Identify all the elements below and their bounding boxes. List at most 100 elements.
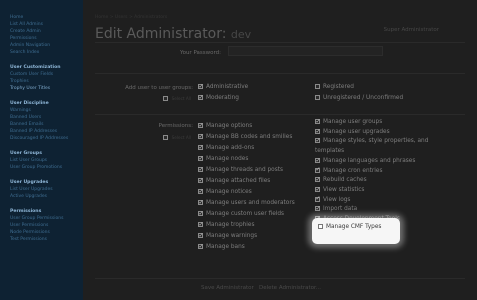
page-title-username: dev <box>230 28 252 41</box>
sidebar-item[interactable]: Discouraged IP Addresses <box>10 135 80 142</box>
option-checkbox[interactable] <box>198 165 204 174</box>
permission-option[interactable]: Manage styles, style properties, and <box>315 136 428 146</box>
permission-option[interactable]: Manage bans <box>198 242 245 252</box>
sidebar-section-heading[interactable]: User Groups <box>10 150 80 157</box>
option-checkbox[interactable] <box>198 220 204 229</box>
permission-option[interactable]: Manage nodes <box>198 154 249 164</box>
breadcrumb[interactable]: Home > Users > Administrators <box>95 15 167 20</box>
select-all-groups-checkbox[interactable] <box>163 96 168 101</box>
permissions-label: Permissions: <box>158 123 193 129</box>
sidebar-item[interactable]: Trophy User Titles <box>10 85 80 92</box>
permission-option[interactable]: Manage notices <box>198 187 252 197</box>
admin-sidebar: Home List All Admins Create Admin Permissio… <box>0 0 83 300</box>
option-checkbox[interactable] <box>198 242 204 251</box>
option-checkbox[interactable] <box>198 154 204 163</box>
permission-option[interactable]: Unregistered / Unconfirmed <box>315 94 403 103</box>
sidebar-section-heading[interactable]: Permissions <box>10 208 80 215</box>
permission-option[interactable]: Manage user groups <box>315 117 382 127</box>
option-checkbox[interactable] <box>198 187 204 196</box>
option-checkbox[interactable] <box>315 95 320 100</box>
password-field[interactable] <box>228 46 383 56</box>
manage-cmf-types-checkbox[interactable] <box>318 224 323 229</box>
permission-option[interactable]: Manage custom user fields <box>198 209 284 219</box>
option-label: Manage add-ons <box>206 145 255 151</box>
permission-option[interactable]: Manage add-ons <box>198 143 255 153</box>
permission-option[interactable]: Manage threads and posts <box>198 165 284 175</box>
option-checkbox[interactable] <box>198 132 204 141</box>
option-checkbox[interactable] <box>198 143 204 152</box>
option-checkbox[interactable] <box>198 82 204 91</box>
option-checkbox[interactable] <box>315 165 321 174</box>
permission-option[interactable]: Manage trophies <box>198 220 255 230</box>
option-checkbox[interactable] <box>198 198 204 207</box>
permission-option[interactable]: Manage attached files <box>198 176 270 186</box>
permission-option-manage-cmf-types[interactable]: Manage CMF Types <box>318 223 381 232</box>
sidebar-item[interactable]: Active Upgrades <box>10 193 80 200</box>
option-label: Manage nodes <box>206 156 249 162</box>
option-checkbox[interactable] <box>315 117 321 126</box>
permission-option[interactable]: Manage users and moderators <box>198 198 295 208</box>
option-checkbox[interactable] <box>315 194 321 203</box>
sidebar-item[interactable]: Custom User Fields <box>10 71 80 78</box>
select-all-permissions[interactable]: Select All <box>163 135 191 141</box>
page-title-text: Edit Administrator: <box>95 26 227 42</box>
sidebar-item[interactable]: Banned Users <box>10 114 80 121</box>
option-label: Moderating <box>206 95 239 101</box>
sidebar-item[interactable]: List User Groups <box>10 157 80 164</box>
sidebar-section-heading[interactable]: User Discipline <box>10 100 80 107</box>
option-checkbox[interactable] <box>198 93 204 102</box>
option-checkbox[interactable] <box>315 185 321 194</box>
sidebar-item[interactable]: Search Index <box>10 49 80 56</box>
save-button[interactable]: Save Administrator <box>201 285 254 291</box>
permission-option[interactable]: Registered <box>315 83 354 92</box>
option-checkbox[interactable] <box>315 84 320 89</box>
sidebar-item[interactable]: Test Permissions <box>10 236 80 243</box>
option-checkbox[interactable] <box>315 175 321 184</box>
sidebar-item[interactable]: Trophies <box>10 78 80 85</box>
option-label: Manage threads and posts <box>206 167 284 173</box>
option-checkbox[interactable] <box>315 156 321 165</box>
sidebar-item[interactable]: List All Admins <box>10 21 80 28</box>
page-title: Edit Administrator: dev <box>95 26 251 42</box>
sidebar-item[interactable]: Banned IP Addresses <box>10 128 80 135</box>
permission-option[interactable]: Manage user upgrades <box>315 126 390 137</box>
sidebar-item[interactable]: List User Upgrades <box>10 186 80 193</box>
permission-option[interactable]: Moderating <box>198 93 239 103</box>
permission-option[interactable]: Rebuild caches <box>315 175 367 185</box>
sidebar-item[interactable]: Home <box>10 14 80 21</box>
sidebar-item[interactable]: Create Admin <box>10 28 80 35</box>
sidebar-item[interactable]: User Group Promotions <box>10 164 80 171</box>
sidebar-section-heading[interactable]: User Upgrades <box>10 179 80 186</box>
option-checkbox[interactable] <box>315 136 321 145</box>
sidebar-item[interactable]: Warnings <box>10 107 80 114</box>
permission-option[interactable]: Administrative <box>198 82 248 92</box>
select-all-groups[interactable]: Select All <box>163 96 191 102</box>
delete-button[interactable]: Delete Administrator... <box>259 285 321 291</box>
super-admin-link[interactable]: Super Administrator <box>384 27 439 33</box>
permission-option[interactable]: Manage languages and phrases <box>315 156 415 166</box>
select-all-permissions-checkbox[interactable] <box>163 135 168 140</box>
sidebar-item[interactable]: Admin Navigation <box>10 42 80 49</box>
sidebar-item[interactable]: Node Permissions <box>10 229 80 236</box>
option-label: Rebuild caches <box>323 177 367 184</box>
option-checkbox[interactable] <box>315 126 321 135</box>
permission-option[interactable]: Manage cron entries <box>315 165 382 176</box>
sidebar-item[interactable]: User Permissions <box>10 222 80 229</box>
option-checkbox[interactable] <box>198 176 204 185</box>
option-checkbox[interactable] <box>198 231 204 240</box>
sidebar-section-heading[interactable]: User Customization <box>10 64 80 71</box>
permission-option[interactable]: View statistics <box>315 185 364 195</box>
option-checkbox[interactable] <box>198 121 204 130</box>
option-label: Unregistered / Unconfirmed <box>323 95 404 101</box>
permission-option[interactable]: Manage warnings <box>198 231 257 241</box>
sidebar-item[interactable]: User Group Permissions <box>10 215 80 222</box>
option-checkbox[interactable] <box>315 204 321 213</box>
sidebar-item[interactable]: Permissions <box>10 35 80 42</box>
highlighted-option-box: Manage CMF Types <box>312 218 400 244</box>
permission-option[interactable]: Import data <box>315 204 357 214</box>
select-all-label: Select All <box>171 135 192 140</box>
permission-option[interactable]: Manage options <box>198 121 252 131</box>
option-checkbox[interactable] <box>198 209 204 218</box>
sidebar-item[interactable]: Banned Emails <box>10 121 80 128</box>
permission-option[interactable]: Manage BB codes and smilies <box>198 132 292 142</box>
